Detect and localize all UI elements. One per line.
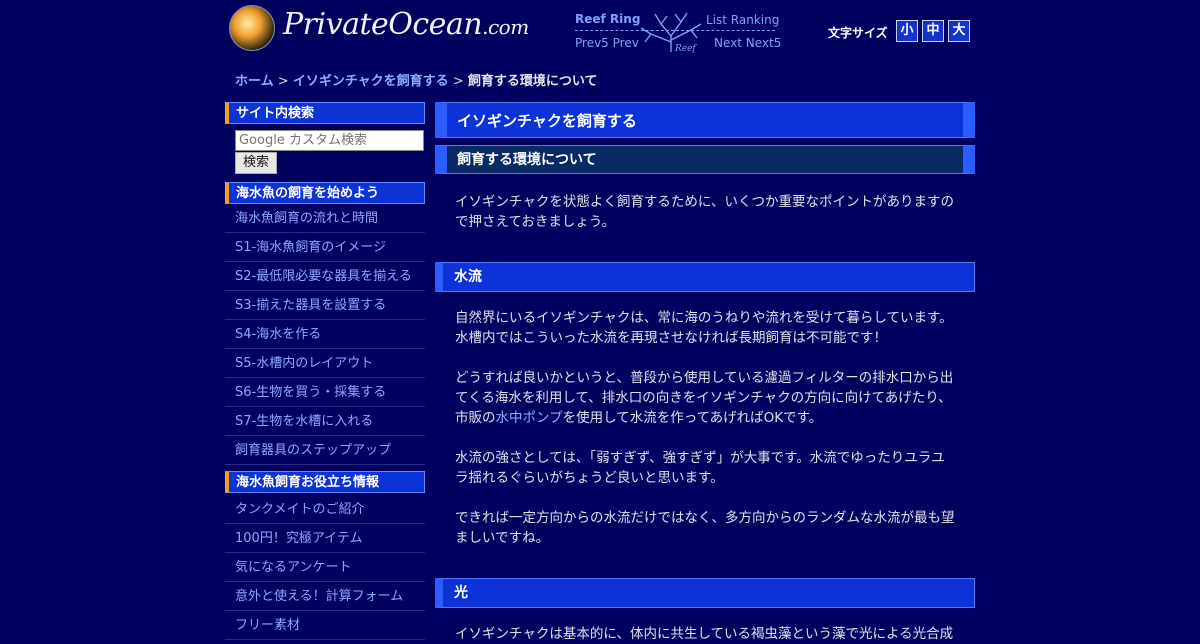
sidebar-item[interactable]: 海水魚飼育の流れと時間 <box>225 204 425 233</box>
water-pump-link[interactable]: 水中ポンプ <box>496 410 563 426</box>
prev-link[interactable]: Prev5 Prev <box>575 36 639 50</box>
sidebar-item[interactable]: S7-生物を水槽に入れる <box>225 407 425 436</box>
sidebar: サイト内検索 検索 海水魚の飼育を始めよう 海水魚飼育の流れと時間 S1-海水魚… <box>225 102 425 640</box>
sidebar-item[interactable]: 100円！究極アイテム <box>225 524 425 553</box>
sidebar-item[interactable]: S4-海水を作る <box>225 320 425 349</box>
font-size-label: 文字サイズ <box>828 26 888 40</box>
breadcrumb-home[interactable]: ホーム <box>235 74 274 89</box>
search-heading: サイト内検索 <box>225 102 425 124</box>
logo-suffix: .com <box>482 15 529 39</box>
sidebar-item[interactable]: フリー素材 <box>225 611 425 640</box>
breadcrumb-parent[interactable]: イソギンチャクを飼育する <box>293 74 449 89</box>
next-link[interactable]: Next Next5 <box>714 36 781 50</box>
site-logo[interactable]: PrivateOcean.com <box>229 5 529 51</box>
water-paragraph: どうすれば良いかというと、普段から使用している濾過フィルターの排水口から出てくる… <box>435 368 975 428</box>
sidebar-item[interactable]: 飼育器具のステップアップ <box>225 436 425 465</box>
water-text: を使用して水流を作ってあげればOKです。 <box>562 410 823 426</box>
sidebar-item[interactable]: S6-生物を買う・採集する <box>225 378 425 407</box>
sidebar-item[interactable]: S5-水槽内のレイアウト <box>225 349 425 378</box>
font-small-button[interactable]: 小 <box>896 20 918 42</box>
logo-text: PrivateOcean <box>283 7 483 42</box>
search-form: 検索 <box>225 124 425 182</box>
reef-ring-widget: Reef Ring List Ranking Prev5 Prev Next N… <box>575 10 781 54</box>
water-paragraph: 水流の強さとしては、「弱すぎず、強すぎず」が大事です。水流でゆったりユラユラ揺れ… <box>455 450 945 486</box>
water-paragraph: 自然界にいるイソギンチャクは、常に海のうねりや流れを受けて暮らしています。水槽内… <box>455 310 953 346</box>
page: PrivateOcean.com Reef Ring List Ranking … <box>225 0 975 642</box>
logo-fish-icon <box>229 5 275 51</box>
font-large-button[interactable]: 大 <box>948 20 970 42</box>
section-start-heading: 海水魚の飼育を始めよう <box>225 182 425 204</box>
coral-label: Reef <box>674 44 697 54</box>
reef-ring-link[interactable]: Reef Ring <box>575 12 640 26</box>
section-info-heading: 海水魚飼育お役立ち情報 <box>225 471 425 493</box>
sidebar-item[interactable]: S3-揃えた器具を設置する <box>225 291 425 320</box>
sidebar-item[interactable]: 気になるアンケート <box>225 553 425 582</box>
list-ranking-link[interactable]: List Ranking <box>706 13 779 27</box>
info-nav: タンクメイトのご紹介 100円！究極アイテム 気になるアンケート 意外と使える！… <box>225 495 425 640</box>
breadcrumb-sep: > <box>452 74 464 89</box>
page-title: イソギンチャクを飼育する <box>435 102 975 138</box>
breadcrumb-current: 飼育する環境について <box>467 74 598 89</box>
start-nav: 海水魚飼育の流れと時間 S1-海水魚飼育のイメージ S2-最低限必要な器具を揃え… <box>225 204 425 465</box>
main-content: イソギンチャクを飼育する 飼育する環境について イソギンチャクを状態よく飼育する… <box>435 102 975 644</box>
breadcrumb-sep: > <box>277 74 289 89</box>
sidebar-item[interactable]: S1-海水魚飼育のイメージ <box>225 233 425 262</box>
coral-icon: Reef <box>640 12 702 54</box>
search-input[interactable] <box>235 130 424 151</box>
sidebar-item[interactable]: タンクメイトのご紹介 <box>225 495 425 524</box>
sidebar-item[interactable]: 意外と使える！計算フォーム <box>225 582 425 611</box>
font-medium-button[interactable]: 中 <box>922 20 944 42</box>
light-paragraph: イソギンチャクは基本的に、体内に共生している褐虫藻という藻で光による光合成 <box>455 626 954 642</box>
sidebar-item[interactable]: S2-最低限必要な器具を揃える <box>225 262 425 291</box>
breadcrumb: ホーム > イソギンチャクを飼育する > 飼育する環境について <box>235 70 598 89</box>
search-button[interactable]: 検索 <box>235 152 277 174</box>
section-heading-light: 光 <box>435 578 975 608</box>
section-heading-water-flow: 水流 <box>435 262 975 292</box>
water-paragraph: できれば一定方向からの水流だけではなく、多方向からのランダムな水流が最も望ましい… <box>455 510 955 546</box>
page-subtitle: 飼育する環境について <box>435 145 975 174</box>
intro-text: イソギンチャクを状態よく飼育するために、いくつか重要なポイントがありますので押さ… <box>455 194 954 230</box>
